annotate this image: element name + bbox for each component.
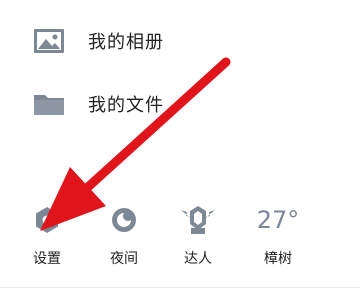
menu-item-label: 我的文件: [88, 95, 164, 116]
bottom-toolbar: 设置 夜间 达人 27° 樟树: [0, 196, 360, 276]
night-mode-button[interactable]: 夜间: [94, 196, 154, 276]
temperature-text: 27°: [256, 206, 300, 234]
settings-icon: [32, 204, 62, 240]
divider: [0, 287, 360, 288]
settings-button[interactable]: 设置: [17, 196, 77, 276]
menu-item-my-files[interactable]: 我的文件: [0, 77, 360, 131]
weather-widget[interactable]: 27° 樟树: [248, 196, 308, 276]
expert-button[interactable]: 达人: [168, 196, 228, 276]
photo-album-icon: [33, 28, 65, 54]
weather-location-label: 樟树: [264, 251, 292, 267]
moon-icon: [109, 204, 139, 240]
night-mode-label: 夜间: [110, 251, 138, 267]
winged-badge-icon: [178, 204, 218, 240]
menu-item-my-album[interactable]: 我的相册: [0, 14, 360, 68]
menu-item-label: 我的相册: [88, 32, 164, 53]
folder-icon: [33, 91, 65, 117]
settings-label: 设置: [33, 251, 61, 267]
expert-label: 达人: [184, 251, 212, 267]
